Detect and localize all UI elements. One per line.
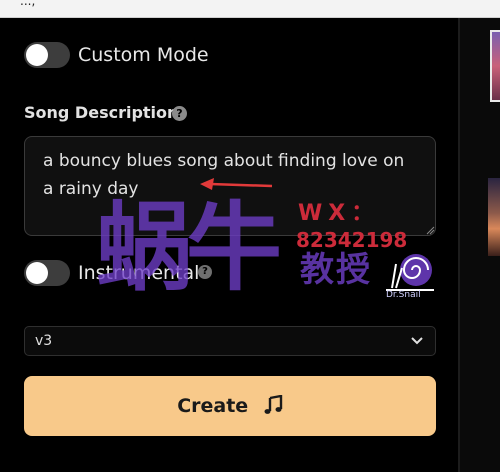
music-note-icon bbox=[264, 395, 283, 414]
top-strip-text: ..., bbox=[20, 0, 36, 8]
song-thumbnail[interactable] bbox=[490, 30, 500, 102]
browser-top-strip: ..., bbox=[0, 0, 500, 18]
watermark-subtext: 教授 bbox=[300, 250, 372, 290]
watermark-brand: Dr.Snail bbox=[386, 290, 421, 300]
song-description-label: Song Description bbox=[24, 103, 179, 122]
watermark-text: 蜗牛 bbox=[96, 192, 282, 304]
chevron-down-icon bbox=[411, 337, 423, 345]
help-circle-icon[interactable]: ? bbox=[172, 106, 187, 121]
song-thumbnail[interactable] bbox=[488, 178, 500, 256]
create-button[interactable]: Create bbox=[24, 376, 436, 436]
version-select[interactable]: v3 bbox=[24, 326, 436, 356]
instrumental-toggle[interactable] bbox=[24, 260, 70, 286]
watermark-contact-label: WX： bbox=[298, 201, 380, 226]
annotation-arrow-icon bbox=[200, 178, 273, 190]
toggle-knob bbox=[26, 262, 48, 284]
custom-mode-label: Custom Mode bbox=[78, 44, 209, 66]
toggle-knob bbox=[26, 44, 48, 66]
create-button-label: Create bbox=[177, 395, 249, 417]
custom-mode-toggle[interactable] bbox=[24, 42, 70, 68]
version-select-value: v3 bbox=[35, 333, 53, 349]
resize-handle-icon[interactable] bbox=[425, 225, 435, 235]
snail-logo-icon bbox=[386, 254, 434, 291]
